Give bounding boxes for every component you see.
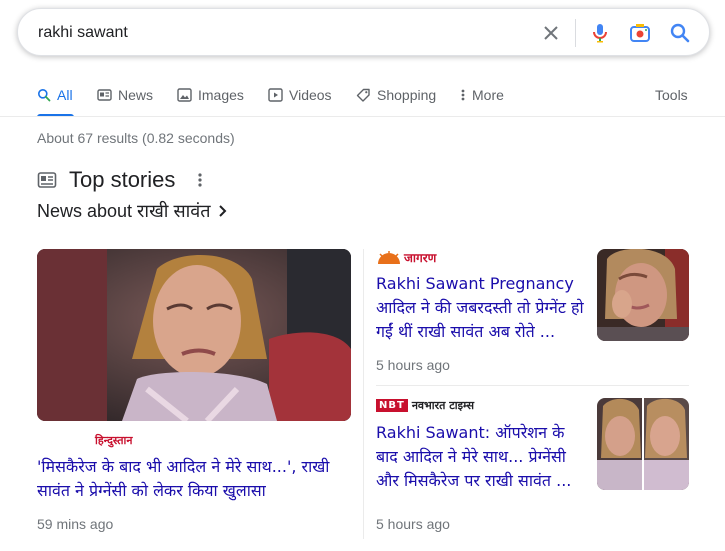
search-icon[interactable] — [668, 21, 692, 45]
news-about-link[interactable]: News about राखी सावंत — [37, 199, 229, 223]
tab-label: All — [57, 87, 73, 103]
story-source-name: जागरण — [404, 251, 437, 265]
source-badge: NBT — [376, 399, 408, 412]
tab-label: Videos — [289, 87, 332, 103]
news-about-label: News about राखी सावंत — [37, 201, 211, 221]
main-story-time: 59 mins ago — [37, 516, 114, 532]
video-icon — [268, 88, 283, 102]
search-input[interactable] — [38, 22, 518, 44]
tab-label: Images — [198, 87, 244, 103]
search-bar-divider — [575, 19, 576, 47]
story-source-logo: जागरण — [376, 249, 436, 266]
tab-all[interactable]: All — [37, 85, 73, 105]
column-divider — [363, 249, 364, 539]
tools-label: Tools — [655, 87, 688, 103]
result-stats: About 67 results (0.82 seconds) — [37, 130, 235, 146]
story-source-logo: NBT नवभारत टाइम्स — [376, 398, 474, 413]
header-divider — [0, 116, 725, 117]
tab-label: Shopping — [377, 87, 437, 103]
main-story-thumbnail[interactable] — [37, 249, 351, 421]
image-icon — [177, 88, 192, 102]
tag-icon — [356, 88, 370, 102]
chevron-right-icon — [218, 205, 226, 217]
microphone-icon[interactable] — [588, 21, 612, 45]
camera-lens-icon[interactable] — [628, 21, 652, 45]
tab-label: More — [472, 87, 504, 103]
main-story-headline[interactable]: 'मिसकैरेज के बाद भी आदिल ने मेरे साथ...'… — [37, 455, 347, 503]
story-headline[interactable]: Rakhi Sawant Pregnancy आदिल ने की जबरदस्… — [376, 272, 586, 344]
story-thumbnail[interactable] — [597, 249, 689, 341]
tab-images[interactable]: Images — [177, 85, 244, 105]
tab-shopping[interactable]: Shopping — [356, 85, 436, 105]
main-story-source: हिन्दुस्तान — [95, 434, 133, 447]
more-vert-icon[interactable] — [192, 170, 208, 190]
search-bar — [17, 8, 710, 56]
row-divider — [376, 385, 689, 386]
story-source-name: नवभारत टाइम्स — [411, 399, 475, 412]
news-icon — [37, 172, 57, 188]
news-icon — [97, 89, 112, 101]
tab-news[interactable]: News — [97, 85, 153, 105]
sun-logo-icon — [378, 250, 400, 264]
top-stories-title: Top stories — [69, 167, 176, 192]
story-time: 5 hours ago — [376, 516, 450, 532]
clear-icon[interactable] — [539, 21, 563, 45]
tab-more[interactable]: More — [460, 85, 504, 105]
story-headline[interactable]: Rakhi Sawant: ऑपरेशन के बाद आदिल ने मेरे… — [376, 421, 586, 493]
story-thumbnail[interactable] — [597, 398, 689, 490]
tab-videos[interactable]: Videos — [268, 85, 332, 105]
search-tabs: All News Images Videos Shopping More Too… — [0, 72, 725, 118]
search-icon — [38, 89, 51, 102]
story-time: 5 hours ago — [376, 357, 450, 373]
more-vert-icon — [461, 89, 465, 101]
tab-label: News — [118, 87, 154, 103]
tools-button[interactable]: Tools — [655, 85, 688, 105]
